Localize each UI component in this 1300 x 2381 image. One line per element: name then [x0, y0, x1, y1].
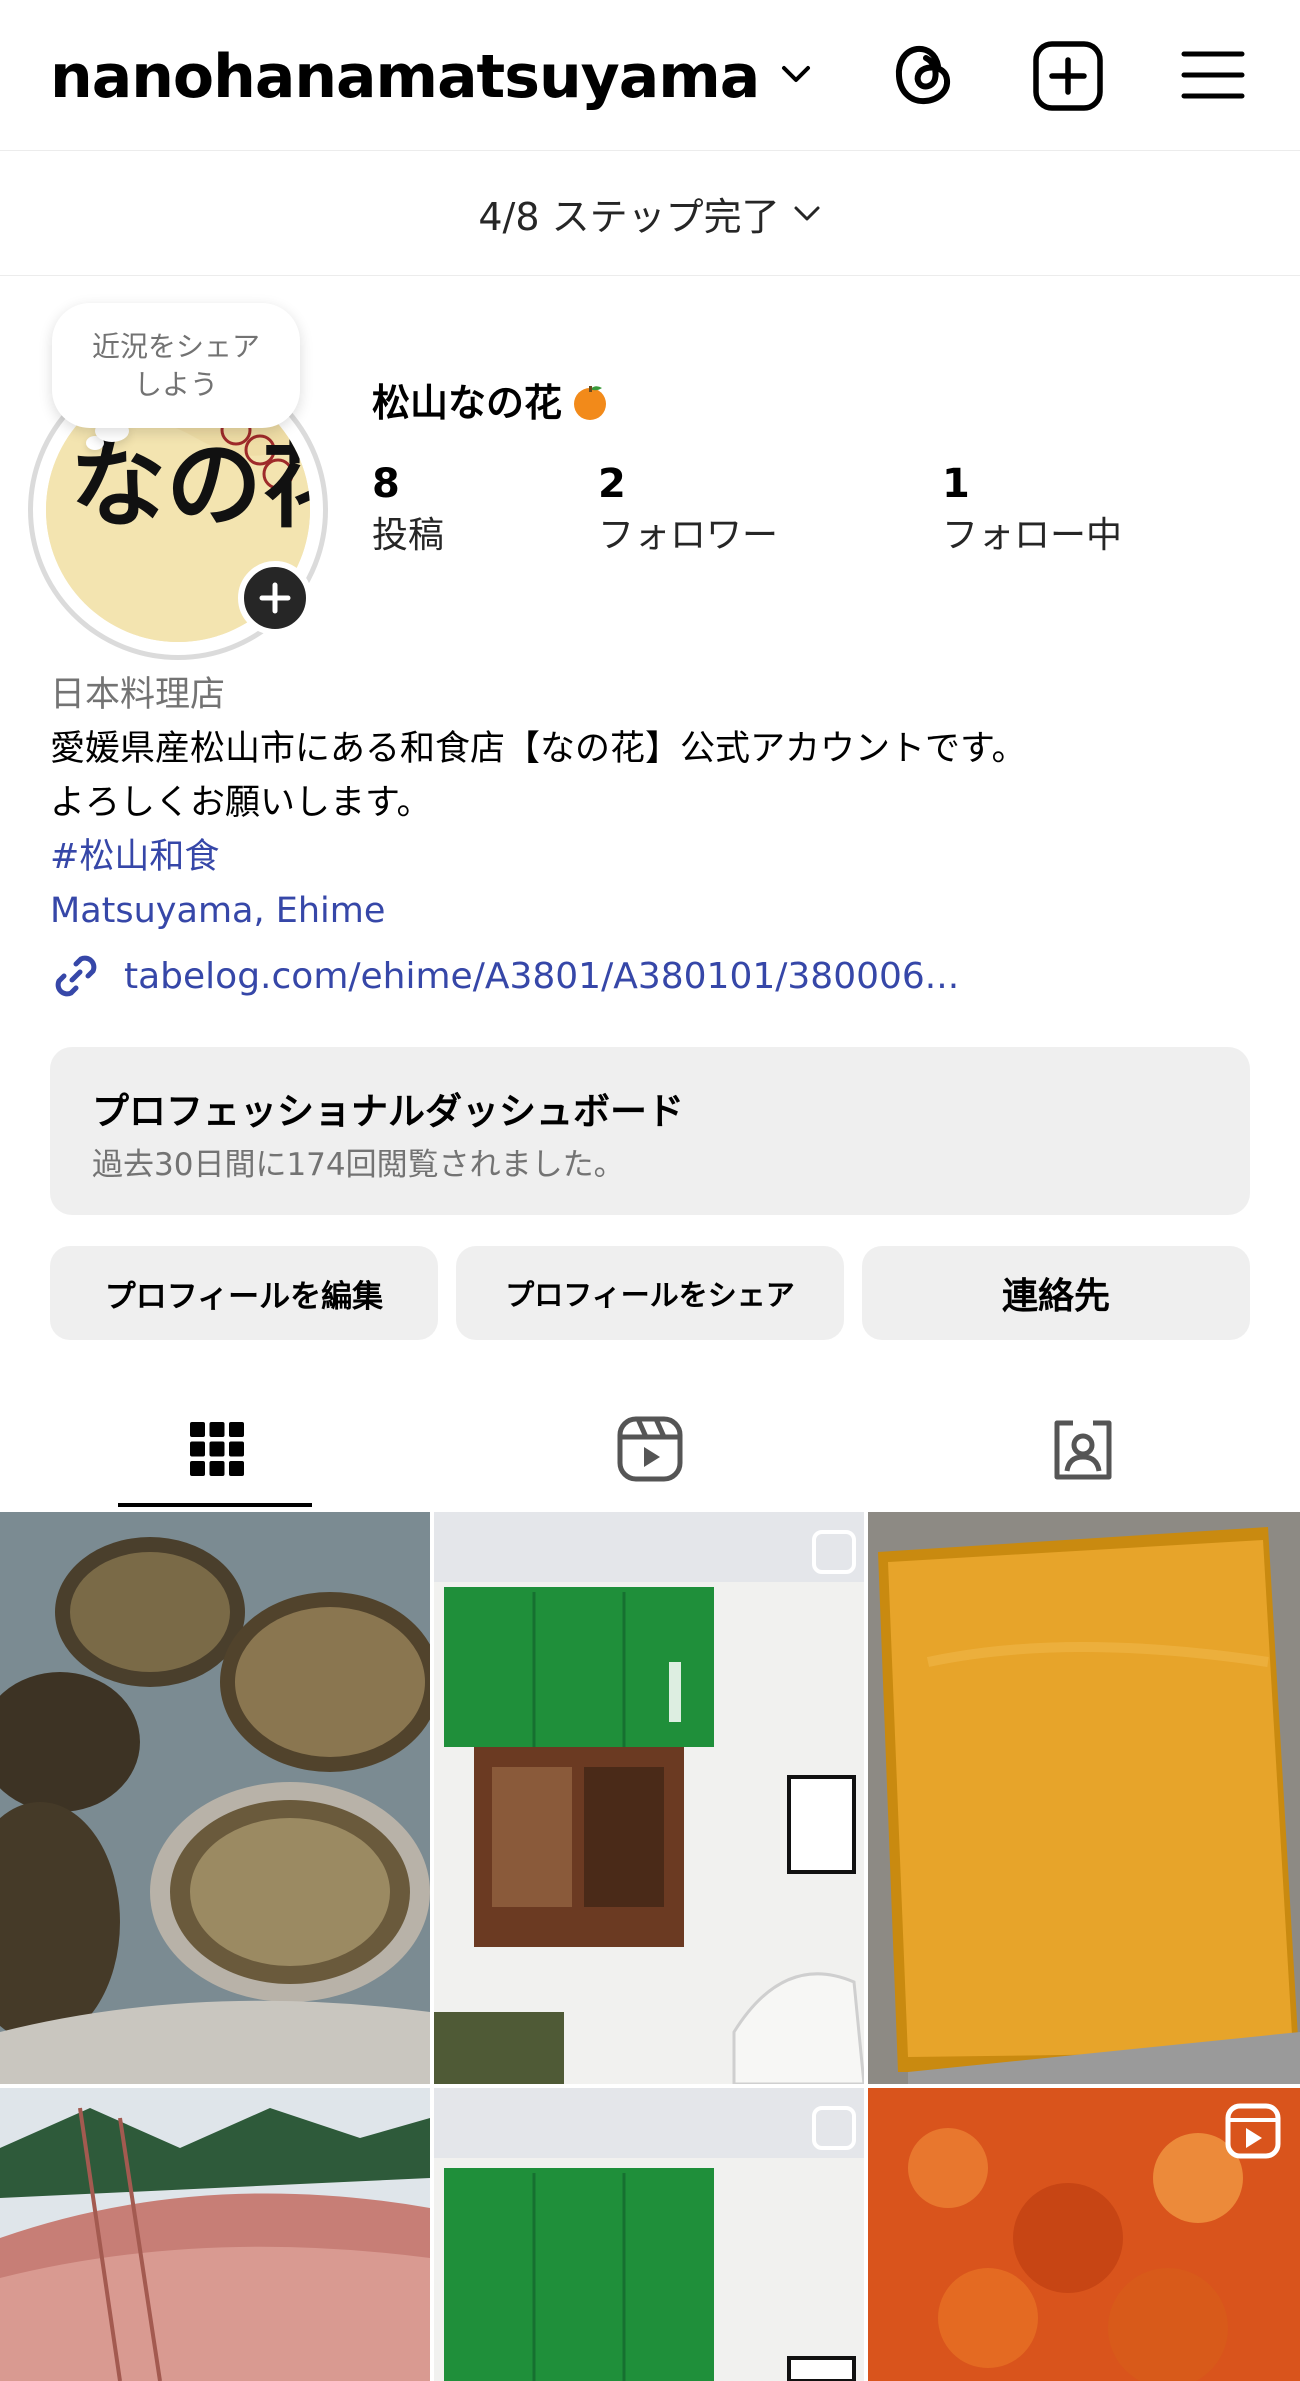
post-thumbnail [868, 1512, 1300, 2084]
chevron-down-icon[interactable] [778, 60, 814, 90]
contact-button[interactable]: 連絡先 [862, 1246, 1250, 1340]
post-thumbnail [434, 2088, 864, 2381]
display-name: 松山なの花 [372, 372, 610, 427]
tab-reels[interactable] [433, 1390, 866, 1508]
link-icon [55, 955, 97, 997]
followers-count: 2 [598, 461, 626, 507]
add-story-button[interactable] [238, 561, 312, 635]
post-thumbnail [0, 1512, 430, 2084]
dashboard-subtitle: 過去30日間に174回閲覧されました。 [92, 1147, 625, 1183]
top-bar: nanohanamatsuyama [0, 0, 1300, 151]
grid-icon [189, 1422, 244, 1476]
note-bubble[interactable]: 近況をシェア しよう [52, 303, 300, 428]
posts-label: 投稿 [372, 515, 445, 556]
tab-tagged[interactable] [866, 1390, 1299, 1508]
setup-steps-banner[interactable]: 4/8 ステップ完了 [0, 151, 1300, 276]
stat-posts[interactable]: 8 投稿 [372, 458, 444, 562]
post-thumbnail [0, 2088, 430, 2381]
post-thumbnail [434, 1512, 864, 2084]
grid-post-orange-sauce[interactable] [868, 2088, 1300, 2381]
avatar-text: なの花 [70, 428, 310, 541]
bio-line: よろしくお願いします。 [50, 783, 432, 823]
display-name-text: 松山なの花 [372, 381, 563, 425]
note-bubble-text: 近況をシェア しよう [91, 329, 260, 401]
followers-label: フォロワー [598, 515, 779, 556]
grid-post-orange-puree[interactable] [868, 1512, 1300, 2084]
reels-icon [617, 1416, 682, 1482]
tangerine-emoji-icon [574, 386, 607, 420]
edit-profile-button[interactable]: プロフィールを編集 [50, 1246, 438, 1340]
menu-icon[interactable] [1180, 44, 1246, 106]
bio-location[interactable]: Matsuyama, Ehime [50, 884, 1270, 938]
steps-label: 4/8 ステップ完了 [478, 194, 780, 239]
tab-posts-grid[interactable] [0, 1390, 433, 1508]
account-username[interactable]: nanohanamatsuyama [50, 42, 760, 112]
tagged-icon [1054, 1420, 1111, 1480]
stat-followers[interactable]: 2 フォロワー [598, 458, 778, 562]
stat-following[interactable]: 1 フォロー中 [942, 458, 1122, 562]
threads-icon[interactable] [885, 36, 963, 114]
new-post-icon[interactable] [1030, 38, 1106, 114]
grid-post-sea-bream[interactable] [0, 2088, 430, 2381]
post-thumbnail [868, 2088, 1300, 2381]
grid-post-storefront-2[interactable] [434, 2088, 864, 2381]
bio-line: 愛媛県産松山市にある和食店【なの花】公式アカウントです。 [50, 729, 1027, 769]
plus-icon [259, 582, 291, 614]
chevron-down-icon [794, 206, 820, 221]
following-count: 1 [942, 461, 970, 507]
grid-post-storefront[interactable] [434, 1512, 864, 2084]
bio-link-text: tabelog.com/ehime/A3801/A380101/380006..… [124, 955, 960, 997]
professional-dashboard-card[interactable]: プロフェッショナルダッシュボード 過去30日間に174回閲覧されました。 [50, 1047, 1250, 1215]
bio-link[interactable]: tabelog.com/ehime/A3801/A380101/380006..… [50, 950, 959, 1002]
dashboard-title: プロフェッショナルダッシュボード [92, 1090, 684, 1133]
grid-post-abalone[interactable] [0, 1512, 430, 2084]
posts-count: 8 [372, 461, 400, 507]
profile-bio: 日本料理店 愛媛県産松山市にある和食店【なの花】公式アカウントです。 よろしくお… [50, 668, 1270, 938]
active-tab-indicator [118, 1503, 312, 1507]
business-category: 日本料理店 [50, 675, 226, 715]
following-label: フォロー中 [942, 515, 1123, 556]
bio-hashtag[interactable]: #松山和食 [50, 830, 1270, 884]
share-profile-button[interactable]: プロフィールをシェア [456, 1246, 844, 1340]
